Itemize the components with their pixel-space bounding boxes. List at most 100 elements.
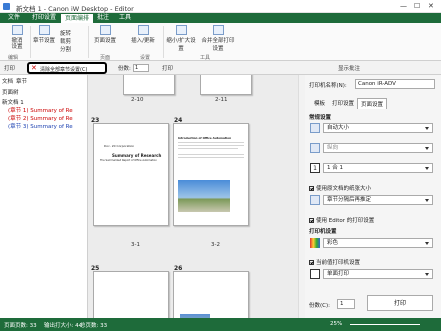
insert-update-button[interactable]: 插入/更新	[128, 25, 158, 44]
status-page-count: 页面页数: 33	[4, 323, 37, 329]
rotate-button[interactable]: 旋转	[60, 29, 71, 37]
paper-size-icon	[310, 123, 320, 133]
ribbon: 撤消 设置 章节设置 旋转 裁剪 分割 页面设置 插入/更新 缩小/扩大设置 合…	[0, 23, 441, 61]
page-doc-subtitle: The Summarized Report of Office Automati…	[100, 159, 157, 162]
group-settings-label: 设置	[140, 55, 151, 61]
split-button[interactable]: 分割	[60, 45, 71, 53]
page-preview-area: 2-10 2-11 23 24 Doc. 20 Corporation Summ…	[88, 75, 298, 318]
chapter-icon	[38, 25, 50, 35]
color-mode-select[interactable]: 彩色	[323, 238, 433, 248]
use-doc-paper-checkbox[interactable]: 使用原文档的纸张大小	[309, 184, 371, 192]
copies-input[interactable]: 1	[133, 64, 149, 72]
printer-select[interactable]: Canon iR-ADV	[355, 79, 435, 89]
tree-root[interactable]: 新文档 1	[2, 98, 88, 106]
checkbox-checked-icon	[309, 186, 314, 191]
duplex-icon	[310, 269, 320, 279]
print-toolbar: 打印 ✕ 清除全部章节设置(C) 份数: 1 打印 显示批注	[0, 61, 441, 75]
close-button[interactable]: ✕	[428, 2, 434, 10]
tab-page-settings[interactable]: 页面设置	[357, 98, 388, 109]
text-line	[178, 145, 244, 146]
checkbox-checked-icon	[309, 218, 314, 223]
page-icon	[99, 25, 111, 35]
tree-chapter-1[interactable]: (章节 1) Summary of Re	[8, 106, 94, 114]
print-order-select[interactable]: 章节分隔后再推定	[323, 195, 433, 205]
print-order-icon	[310, 195, 320, 205]
orientation-icon	[310, 143, 320, 153]
minimize-button[interactable]: —	[400, 2, 407, 10]
status-bar: 页面页数: 33 输出打大小: 44 总页数: 33 25%	[0, 318, 441, 331]
tab-print-settings[interactable]: 打印设置	[329, 98, 357, 108]
page-label: 2-10	[131, 97, 144, 103]
page-thumbnail[interactable]	[173, 271, 249, 318]
separator	[30, 26, 31, 58]
window-title: 新文档 1 - Canon iW Desktop - Editor	[16, 5, 134, 13]
page-label: 2-11	[215, 97, 228, 103]
menu-file[interactable]: 文件	[4, 13, 24, 23]
page-thumbnail-3-2[interactable]: Introduction of Office Automation	[173, 123, 249, 226]
page-setup-button[interactable]: 页面设置	[92, 25, 118, 44]
color-icon	[310, 238, 320, 248]
page-photo	[178, 180, 230, 212]
paper-size-select[interactable]: 自动大小	[323, 123, 433, 133]
zoom-level: 25%	[330, 321, 343, 327]
print-button[interactable]: 打印	[367, 295, 433, 311]
page-tree-label: 页面树	[2, 90, 19, 96]
duplex-select[interactable]: 单面打印	[323, 269, 433, 279]
group-page-label: 页面	[100, 55, 111, 61]
page-thumbnail[interactable]	[93, 271, 169, 318]
menu-bar: 文件 打印设置 页面编排 批注 工具	[0, 13, 441, 23]
group-tools-label: 工具	[200, 55, 211, 61]
printer-paper-source-checkbox[interactable]: 当前值打印机设置	[309, 258, 360, 266]
show-notes-button[interactable]: 显示批注	[338, 64, 360, 72]
use-editor-settings-checkbox[interactable]: 使用 Editor 的打印设置	[309, 216, 374, 224]
page-thumbnail-3-1[interactable]: Doc. 20 Corporation Summary of Research …	[93, 123, 169, 226]
status-output-size: 输出打大小: 44	[44, 323, 83, 329]
group-edit-label: 编辑	[8, 55, 19, 61]
tree-chapter-2[interactable]: (章节 2) Summary of Re	[8, 114, 94, 122]
vertical-scrollbar[interactable]	[298, 75, 305, 318]
page-label: 3-2	[211, 242, 220, 248]
tab-template[interactable]: 模板	[311, 98, 328, 108]
merge-icon	[212, 25, 224, 35]
menu-print-settings[interactable]: 打印设置	[28, 13, 60, 23]
orientation-select[interactable]: 纵向	[323, 143, 433, 153]
crop-button[interactable]: 裁剪	[60, 37, 71, 45]
app-icon	[3, 3, 10, 10]
toolbar-print-button[interactable]: 打印	[162, 64, 173, 72]
clear-all-chapter-settings-button[interactable]: ✕ 清除全部章节设置(C)	[27, 62, 107, 74]
text-line	[178, 148, 238, 149]
undo-icon	[11, 25, 23, 35]
page-company: Doc. 20 Corporation	[104, 144, 135, 148]
page-thumbnail[interactable]	[123, 75, 175, 95]
menu-page-layout[interactable]: 页面编排	[60, 13, 95, 23]
text-line	[178, 154, 244, 155]
settings-button[interactable]: 设置	[6, 42, 28, 50]
tree-chapter-3[interactable]: (章节 3) Summary of Re	[8, 122, 94, 130]
insert-icon	[137, 25, 149, 35]
copies-label: 份数:	[118, 66, 131, 72]
page-tree-panel: 文档 章节 页面树 新文档 1 (章节 1) Summary of Re (章节…	[0, 75, 88, 318]
copies-input-right[interactable]: 1	[337, 299, 355, 309]
maximize-button[interactable]: ☐	[414, 2, 420, 10]
separator	[163, 26, 164, 58]
pages-per-sheet-select[interactable]: 1 合 1	[323, 163, 433, 173]
menu-tools[interactable]: 工具	[115, 13, 135, 23]
status-total-pages: 总页数: 33	[80, 323, 108, 329]
print-label: 打印	[4, 66, 16, 72]
menu-annotation[interactable]: 批注	[93, 13, 113, 23]
page-thumbnail[interactable]	[200, 75, 252, 95]
title-bar: 新文档 1 - Canon iW Desktop - Editor — ☐ ✕	[0, 0, 441, 13]
separator	[88, 26, 89, 58]
clear-icon: ✕	[31, 64, 37, 72]
chapter-settings-button[interactable]: 章节设置	[32, 25, 56, 44]
zoom-slider[interactable]	[350, 324, 420, 325]
merge-all-print-settings-button[interactable]: 合并全部打印设置	[200, 25, 236, 52]
printer-settings-heading: 打印机设置	[309, 229, 337, 235]
scale-settings-button[interactable]: 缩小/扩大设置	[165, 25, 197, 52]
general-settings-heading: 常规设置	[309, 115, 332, 121]
checkbox-checked-icon	[309, 260, 314, 265]
text-line	[178, 157, 244, 158]
copies-label-right: 份数(C):	[309, 303, 330, 309]
page-label: 3-1	[131, 242, 140, 248]
page-doc-title: Summary of Research	[112, 153, 162, 158]
